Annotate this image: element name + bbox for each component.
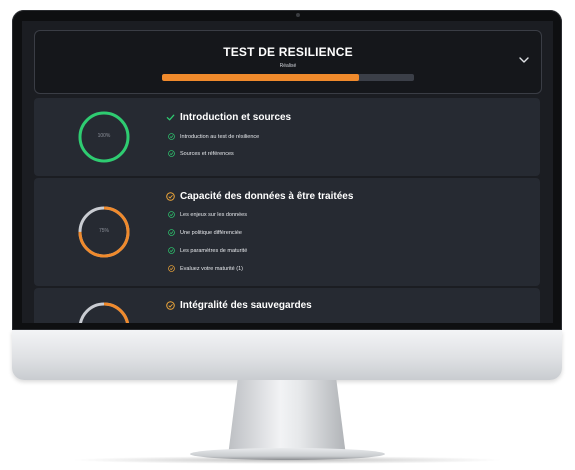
ring-percent: 100% — [97, 133, 111, 139]
section-title: Capacité des données à être traitées — [166, 191, 353, 202]
check-circle-icon — [168, 150, 175, 157]
check-circle-icon — [168, 211, 175, 218]
warning-circle-icon — [166, 192, 175, 201]
progress-caption: Réalisé — [279, 63, 297, 69]
stand-shadow — [70, 456, 505, 464]
chevron-down-icon[interactable] — [517, 53, 531, 67]
ring-percent: 75% — [98, 228, 109, 234]
camera-dot — [296, 13, 300, 17]
warning-circle-icon — [166, 301, 175, 310]
check-circle-icon — [168, 133, 175, 140]
section-title: Intégralité des sauvegardes — [166, 300, 312, 311]
check-circle-icon — [168, 229, 175, 236]
progress-ring: 100% — [76, 109, 132, 165]
progress-fill — [162, 74, 359, 81]
section-integralite-sauvegardes[interactable]: Intégralité des sauvegardes — [34, 288, 540, 323]
section-capacite-donnees[interactable]: 75% Capacité des données à être traitées… — [34, 178, 540, 286]
screen: TEST DE RESILIENCE Réalisé 100% Introduc… — [22, 21, 553, 323]
progress-ring — [76, 300, 132, 323]
monitor-stand — [228, 380, 346, 452]
list-item[interactable]: Evaluez votre maturité (1) — [168, 265, 243, 272]
check-circle-icon — [168, 247, 175, 254]
progress-ring: 75% — [76, 204, 132, 260]
list-item[interactable]: Sources et références — [168, 150, 234, 157]
list-item[interactable]: Une politique différenciée — [168, 229, 242, 236]
page-title: TEST DE RESILIENCE — [223, 45, 353, 59]
list-item[interactable]: Les paramètres de maturité — [168, 247, 247, 254]
list-item[interactable]: Les enjeux sur les données — [168, 211, 247, 218]
monitor-chin — [12, 330, 562, 380]
section-title: Introduction et sources — [166, 112, 291, 123]
header-card[interactable]: TEST DE RESILIENCE Réalisé — [34, 30, 542, 94]
check-icon — [166, 113, 175, 122]
section-introduction[interactable]: 100% Introduction et sources Introductio… — [34, 98, 540, 176]
list-item[interactable]: Introduction au test de résilience — [168, 133, 259, 140]
progress-track — [162, 74, 414, 81]
warning-circle-icon — [168, 265, 175, 272]
